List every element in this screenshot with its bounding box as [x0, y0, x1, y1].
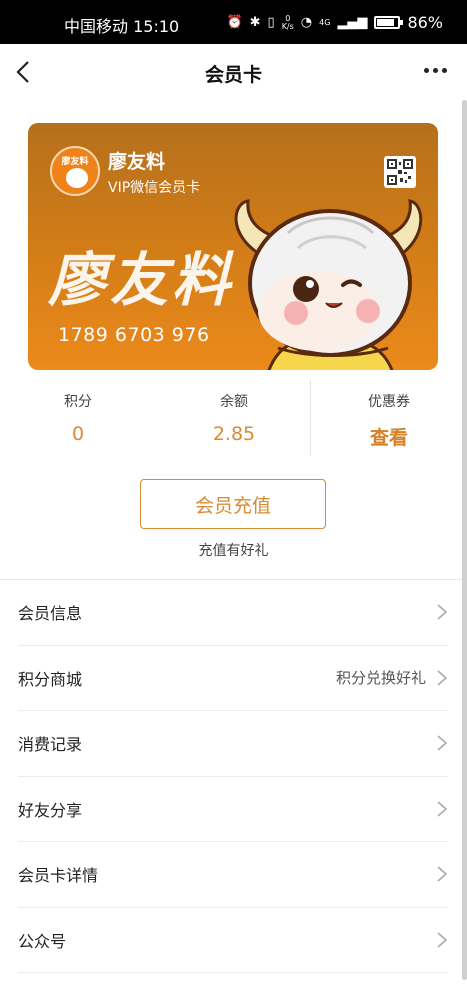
qr-code-icon[interactable]	[384, 156, 416, 188]
stat-value: 2.85	[212, 423, 256, 445]
menu-item-label: 会员卡详情	[18, 866, 99, 886]
menu-item-label: 积分商城	[18, 669, 83, 689]
status-icons: ⏰ ✱ ▯ 0 K/s ◔ 4G ▂▄▆ 86%	[226, 13, 443, 32]
bluetooth-icon: ✱	[249, 14, 261, 30]
chevron-right-icon	[437, 735, 448, 751]
menu-list: 会员信息 积分商城 积分兑换好礼 消费记录 好友分享 会员卡详情 公众号	[18, 580, 448, 973]
card-brand-watermark: 廖友料	[48, 246, 235, 314]
mascot-illustration	[234, 199, 423, 370]
wifi-icon: ◔	[300, 14, 313, 30]
card-type-label: VIP微信会员卡	[108, 180, 201, 196]
menu-item-consumption-records[interactable]: 消费记录	[18, 711, 448, 777]
stat-balance[interactable]: 余额 2.85	[156, 380, 312, 445]
card-brand-name: 廖友料	[108, 151, 166, 173]
status-bar: 中国移动 15:10 ⏰ ✱ ▯ 0 K/s ◔ 4G ▂▄▆ 86%	[0, 0, 467, 44]
chevron-right-icon	[437, 604, 448, 620]
member-card[interactable]: 廖友料 廖友料 VIP微信会员卡 廖友料 1789 6703 976	[28, 123, 438, 370]
stat-label: 优惠券	[368, 394, 410, 410]
menu-item-official-account[interactable]: 公众号	[18, 908, 448, 973]
stat-label: 积分	[64, 394, 92, 410]
recharge-tip: 充值有好礼	[198, 543, 269, 559]
brand-logo: 廖友料	[50, 146, 100, 196]
alarm-icon: ⏰	[226, 14, 243, 30]
battery-icon	[374, 16, 404, 29]
more-icon[interactable]	[424, 68, 447, 73]
chevron-right-icon	[437, 932, 448, 948]
signal-icon: ▂▄▆	[337, 14, 368, 30]
carrier-time: 中国移动 15:10	[64, 17, 180, 36]
card-number: 1789 6703 976	[58, 324, 210, 346]
menu-item-label: 会员信息	[18, 604, 83, 624]
vibrate-icon: ▯	[267, 14, 275, 30]
logo-text: 廖友料	[61, 157, 89, 167]
chevron-right-icon	[437, 670, 448, 686]
battery-percent: 86%	[407, 13, 443, 32]
stat-points[interactable]: 积分 0	[0, 380, 156, 445]
menu-item-label: 好友分享	[18, 800, 83, 820]
network-speed-unit: K/s	[281, 21, 294, 31]
stats-row: 积分 0 余额 2.85 优惠券 查看	[0, 380, 467, 460]
menu-item-member-info[interactable]: 会员信息	[18, 580, 448, 646]
menu-item-share-friends[interactable]: 好友分享	[18, 777, 448, 842]
menu-item-hint: 积分兑换好礼	[335, 669, 426, 688]
stat-coupons[interactable]: 优惠券 查看	[311, 380, 467, 450]
network-type: 4G	[319, 17, 331, 27]
menu-item-label: 消费记录	[18, 735, 83, 755]
page-title: 会员卡	[204, 64, 262, 86]
menu-item-label: 公众号	[18, 931, 67, 951]
nav-bar: 会员卡	[0, 44, 467, 102]
network-speed: 0 K/s	[281, 14, 294, 31]
recharge-button[interactable]: 会员充值	[140, 479, 326, 529]
stat-value: 0	[71, 423, 85, 445]
menu-item-card-details[interactable]: 会员卡详情	[18, 842, 448, 908]
chevron-right-icon	[437, 866, 448, 882]
menu-item-points-mall[interactable]: 积分商城 积分兑换好礼	[18, 646, 448, 711]
stat-label: 余额	[220, 394, 248, 410]
view-coupons-link[interactable]: 查看	[311, 423, 467, 450]
chevron-right-icon	[437, 801, 448, 817]
